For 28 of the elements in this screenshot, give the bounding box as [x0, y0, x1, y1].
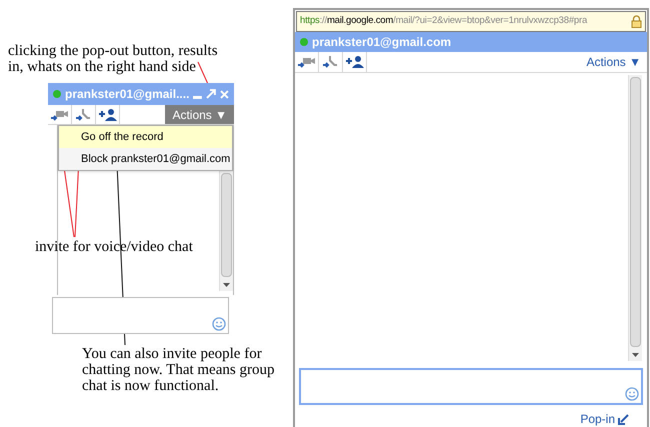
- message-input[interactable]: [52, 297, 229, 334]
- scroll-down-icon[interactable]: [632, 353, 639, 357]
- close-icon[interactable]: [220, 90, 229, 98]
- address-bar[interactable]: https://mail.google.com/mail/?ui=2&view=btop&ver=1nrulvxwzcp38#pra: [296, 11, 646, 32]
- chat-title: prankster01@gmail....: [65, 86, 190, 103]
- annotation-text: You can also invite people for chatting now. That means group chat is now functional.: [82, 346, 276, 394]
- menu-item[interactable]: Block prankster01@gmail.com: [59, 148, 232, 170]
- smiley-icon[interactable]: [625, 387, 639, 401]
- menu-item[interactable]: Go off the record: [59, 126, 232, 148]
- actions-button[interactable]: Actions ▼: [165, 105, 234, 124]
- arrow-icon[interactable]: [618, 414, 629, 424]
- smiley-icon[interactable]: [212, 317, 226, 331]
- message-input[interactable]: [299, 368, 643, 405]
- video-camera-icon[interactable]: [296, 55, 316, 69]
- chat-title: prankster01@gmail.com: [312, 34, 452, 51]
- add-person-icon[interactable]: [98, 108, 118, 122]
- scrollbar[interactable]: [628, 75, 642, 361]
- add-person-icon[interactable]: [344, 55, 364, 69]
- pop-out-arrow-icon[interactable]: [206, 89, 216, 99]
- url-text: https://mail.google.com/mail/?ui=2&view=btop&ver=1nrulvxwzcp38#pra: [300, 14, 588, 28]
- pop-in-link[interactable]: Pop-in: [580, 410, 615, 427]
- actions-button[interactable]: Actions ▼: [580, 52, 647, 72]
- phone-icon[interactable]: [74, 108, 92, 122]
- lock-icon[interactable]: [631, 15, 642, 28]
- annotation-text: clicking the pop-out button, results in, whats on the right hand side: [8, 43, 219, 75]
- scroll-down-icon[interactable]: [223, 283, 230, 287]
- phone-icon[interactable]: [322, 55, 340, 69]
- scrollbar[interactable]: [219, 171, 233, 291]
